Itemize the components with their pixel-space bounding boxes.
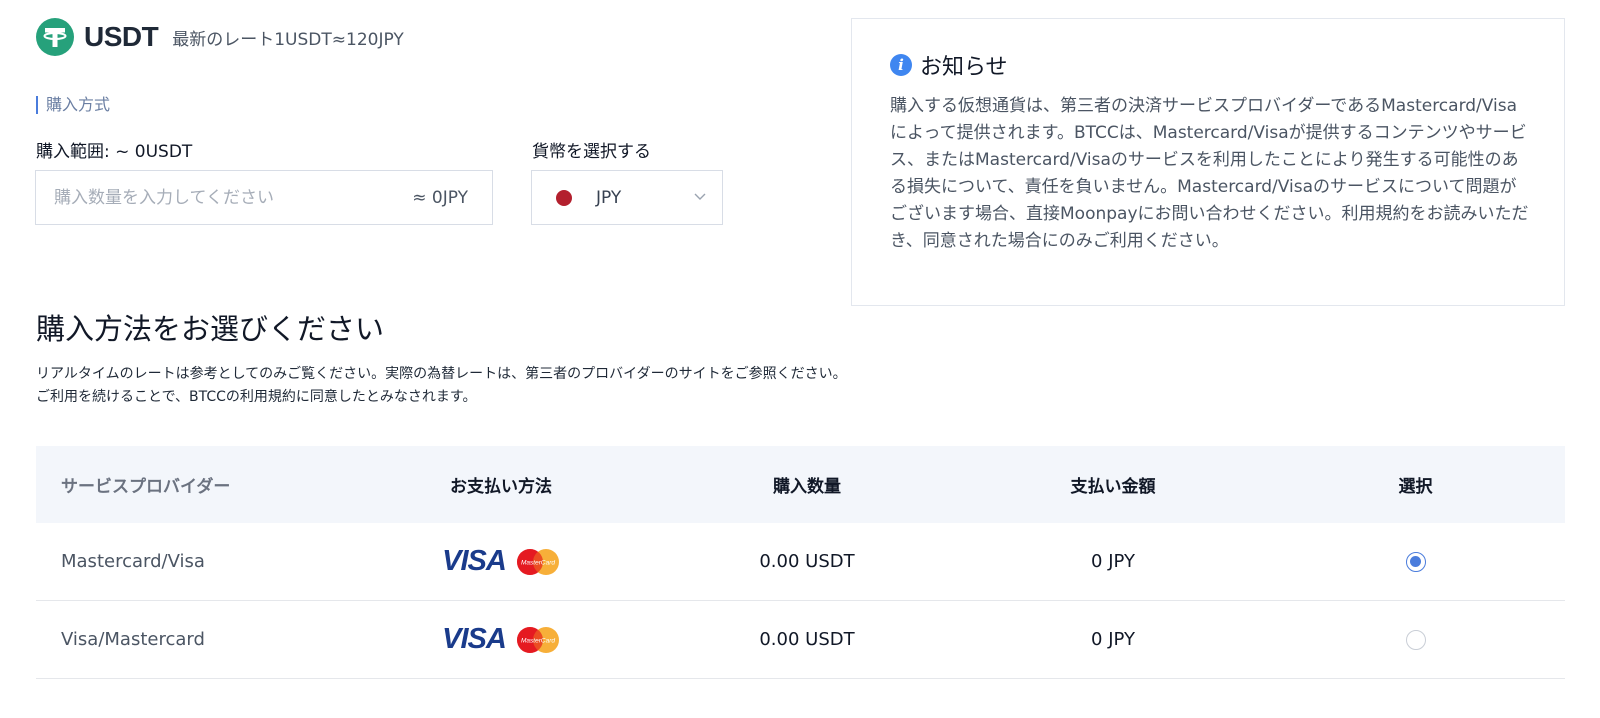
notice-header: i お知らせ [890, 49, 1008, 81]
provider-name: Visa/Mastercard [61, 629, 205, 650]
payment-amount: 0 JPY [1091, 551, 1135, 572]
payment-logos: VISA MasterCard [348, 623, 654, 656]
info-icon: i [890, 54, 912, 76]
header-quantity: 購入数量 [773, 477, 841, 497]
provider-radio-selected[interactable] [1405, 551, 1426, 572]
header-provider: サービスプロバイダー [61, 477, 231, 497]
exchange-rate-text: 最新のレート1USDT≈120JPY [172, 29, 404, 50]
payment-logos: VISA MasterCard [348, 545, 654, 578]
currency-code: JPY [596, 187, 622, 208]
header-amount: 支払い金額 [1070, 477, 1156, 497]
table-row[interactable]: Mastercard/Visa VISA MasterCard 0.00 USD… [36, 523, 1565, 601]
mastercard-logo-icon: MasterCard [516, 626, 559, 653]
amount-input[interactable] [52, 186, 356, 209]
notice-body: 購入する仮想通貨は、第三者の決済サービスプロバイダーであるMastercard/… [890, 96, 1529, 251]
notice-title: お知らせ [920, 55, 1008, 80]
chevron-down-icon [694, 193, 706, 200]
currency-label: 貨幣を選択する [532, 142, 651, 162]
payment-amount: 0 JPY [1091, 629, 1135, 650]
description-line-2: ご利用を続けることで、BTCCの利用規約に同意したとみなされます。 [36, 389, 477, 405]
visa-logo-icon: VISA [442, 623, 507, 655]
coin-name: USDT [84, 21, 159, 52]
table-header: サービスプロバイダー お支払い方法 購入数量 支払い金額 選択 [36, 446, 1565, 523]
svg-text:MasterCard: MasterCard [521, 559, 555, 566]
amount-field[interactable]: ≈ 0JPY [35, 170, 493, 225]
coin-header: USDT 最新のレート1USDT≈120JPY [36, 18, 404, 56]
provider-table: サービスプロバイダー お支払い方法 購入数量 支払い金額 選択 Masterca… [36, 446, 1565, 679]
purchase-quantity: 0.00 USDT [759, 551, 855, 572]
description-line-1: リアルタイムのレートは参考としてのみご覧ください。実際の為替レートは、第三者のプ… [36, 366, 847, 382]
provider-name: Mastercard/Visa [61, 551, 205, 572]
header-payment-method: お支払い方法 [450, 477, 552, 497]
provider-radio[interactable] [1405, 629, 1426, 650]
select-cell [1266, 551, 1565, 572]
japan-flag-icon [556, 189, 572, 206]
table-row[interactable]: Visa/Mastercard VISA MasterCard 0.00 USD… [36, 601, 1565, 679]
tether-icon [36, 18, 74, 56]
notice-panel: i お知らせ 購入する仮想通貨は、第三者の決済サービスプロバイダーであるMast… [851, 18, 1565, 306]
approx-fiat-value: ≈ 0JPY [412, 187, 468, 208]
currency-select[interactable]: JPY [531, 170, 723, 225]
purchase-quantity: 0.00 USDT [759, 629, 855, 650]
mastercard-logo-icon: MasterCard [516, 548, 559, 575]
section-title: 購入方法をお選びください [36, 312, 385, 346]
purchase-range-label: 購入範囲: ~ 0USDT [36, 142, 193, 162]
section-description: リアルタイムのレートは参考としてのみご覧ください。実際の為替レートは、第三者のプ… [36, 363, 847, 409]
purchase-method-label: 購入方式 [36, 96, 110, 114]
select-cell [1266, 629, 1565, 650]
visa-logo-icon: VISA [442, 545, 507, 577]
header-select: 選択 [1398, 477, 1433, 497]
svg-text:MasterCard: MasterCard [521, 637, 555, 644]
